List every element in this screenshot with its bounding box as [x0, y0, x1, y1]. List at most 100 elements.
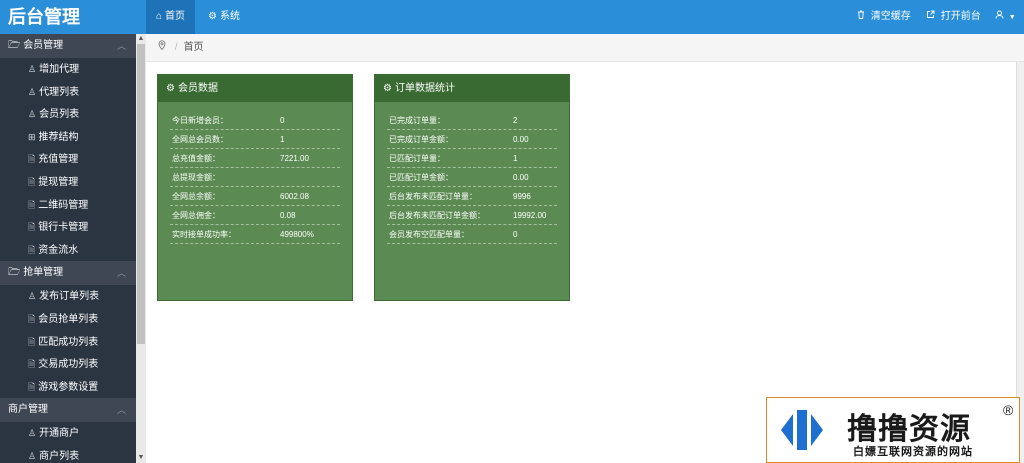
sidebar-item-matched[interactable]: 🗎 匹配成功列表 [0, 331, 136, 354]
stat-label: 全网总佣金： [172, 211, 220, 220]
stat-value: 2 [513, 116, 518, 125]
stat-row: 今日新增会员： 0 [170, 111, 340, 130]
stat-row: 全网总余额： 6002.08 [170, 187, 340, 206]
stat-value: 19992.00 [513, 211, 547, 220]
registered-icon: ® [1003, 402, 1014, 418]
user-icon: ♙ [28, 64, 37, 74]
document-icon: 🗎 [28, 381, 36, 392]
sidebar: 🗁 会员管理 ︿ ♙ 增加代理 ♙ 代理列表 ♙ 会员列表 ⊞ 推荐结构 🗎 充值管理 🗎… [0, 34, 136, 463]
folder-open-icon: 🗁 [8, 267, 21, 279]
stat-label: 今日新增会员： [172, 116, 228, 125]
sidebar-item-label: 银行卡管理 [38, 222, 89, 234]
sidebar-group-label: 商户管理 [8, 404, 48, 416]
open-frontend-label: 打开前台 [940, 11, 981, 22]
stat-value: 0 [513, 230, 518, 239]
stat-row: 后台发布未匹配订单量： 9996 [387, 187, 557, 206]
document-icon: 🗎 [28, 154, 36, 165]
sidebar-item-withdraw[interactable]: 🗎 提现管理 [0, 171, 136, 194]
sidebar-item-recharge[interactable]: 🗎 充值管理 [0, 148, 136, 171]
grid-icon: ⊞ [28, 131, 36, 142]
stat-value: 0.08 [280, 211, 296, 220]
sidebar-item-label: 会员列表 [39, 109, 80, 121]
user-menu-button[interactable]: ▼ [995, 0, 1016, 34]
sidebar-item-label: 商户列表 [39, 450, 80, 462]
document-icon: 🗎 [28, 222, 36, 233]
sidebar-item-open-merchant[interactable]: ♙ 开通商户 [0, 422, 136, 445]
stat-label: 后台发布未匹配订单量： [389, 192, 477, 201]
stat-value: 1 [280, 135, 285, 144]
chevron-up-icon: ︿ [116, 41, 126, 51]
trash-icon [857, 10, 868, 22]
order-stats-card: ⚙ 订单数据统计 已完成订单量： 2 已完成订单金额： 0.00 已匹配订单量： 1 已… [374, 74, 570, 301]
external-link-icon [926, 10, 938, 22]
chevron-up-icon: ︿ [116, 268, 126, 279]
sidebar-item-label: 发布订单列表 [39, 291, 100, 303]
caret-down-icon: ▼ [1008, 14, 1016, 21]
folder-open-icon: 🗁 [8, 40, 21, 51]
stat-label: 已匹配订单量： [389, 154, 445, 163]
stat-value: 1 [513, 154, 518, 163]
document-icon: 🗎 [28, 176, 36, 187]
scroll-up-arrow-icon[interactable]: ▲ [136, 34, 146, 44]
sidebar-group-members[interactable]: 🗁 会员管理 ︿ [0, 34, 136, 58]
sidebar-item-game-params[interactable]: 🗎 游戏参数设置 [0, 376, 136, 399]
document-icon: 🗎 [28, 336, 36, 347]
sidebar-item-agent-list[interactable]: ♙ 代理列表 [0, 81, 136, 104]
sidebar-item-label: 代理列表 [39, 86, 80, 98]
sidebar-item-add-agent[interactable]: ♙ 增加代理 [0, 58, 136, 81]
gear-icon: ⚙ [208, 11, 217, 22]
sidebar-item-member-grabs[interactable]: 🗎 会员抢单列表 [0, 308, 136, 331]
stat-label: 实时接单成功率： [172, 230, 236, 239]
sidebar-item-completed[interactable]: 🗎 交易成功列表 [0, 353, 136, 376]
tab-home[interactable]: ⌂ 首页 [146, 0, 196, 34]
stat-label: 总充值金额： [172, 154, 220, 163]
sidebar-item-referral-structure[interactable]: ⊞ 推荐结构 [0, 126, 136, 149]
sidebar-group-merchants[interactable]: 商户管理 ︿ [0, 398, 136, 423]
sidebar-item-member-list[interactable]: ♙ 会员列表 [0, 103, 136, 126]
stat-row: 实时接单成功率： 499800% [170, 225, 340, 244]
sidebar-item-published-orders[interactable]: ♙ 发布订单列表 [0, 285, 136, 308]
sidebar-item-fund-flow[interactable]: 🗎 资金流水 [0, 239, 136, 262]
sidebar-item-label: 会员抢单列表 [38, 313, 99, 325]
gear-icon: ⚙ [383, 83, 392, 94]
clear-cache-button[interactable]: 清空缓存 [857, 0, 911, 34]
sidebar-item-merchant-list[interactable]: ♙ 商户列表 [0, 445, 136, 463]
breadcrumb-current[interactable]: 首页 [184, 42, 204, 53]
user-icon: ♙ [28, 428, 37, 439]
stat-row: 全网总佣金： 0.08 [170, 206, 340, 225]
top-header: 后台管理 ⌂ 首页 ⚙ 系统 清空缓存 打开前台 ▼ [0, 0, 1024, 34]
stat-value: 6002.08 [280, 192, 309, 201]
scroll-down-arrow-icon[interactable]: ▼ [136, 453, 146, 463]
open-frontend-button[interactable]: 打开前台 [926, 0, 981, 34]
sidebar-item-qrcode[interactable]: 🗎 二维码管理 [0, 194, 136, 217]
sidebar-item-label: 开通商户 [39, 428, 80, 440]
sidebar-item-label: 匹配成功列表 [38, 336, 99, 348]
gear-icon: ⚙ [166, 83, 175, 94]
stat-row: 已匹配订单量： 1 [387, 149, 557, 168]
sidebar-item-label: 提现管理 [38, 176, 79, 188]
brand-logo-icon [781, 410, 823, 450]
user-icon: ♙ [28, 109, 37, 120]
card-title: 会员数据 [177, 83, 218, 94]
watermark-subtitle: 白嫖互联网资源的网站 [853, 446, 973, 458]
app-title[interactable]: 后台管理 [0, 0, 146, 34]
sidebar-item-label: 资金流水 [38, 244, 79, 256]
sidebar-item-bank-card[interactable]: 🗎 银行卡管理 [0, 216, 136, 239]
stat-row: 全网总会员数： 1 [170, 130, 340, 149]
member-data-card: ⚙ 会员数据 今日新增会员： 0 全网总会员数： 1 总充值金额： 7221.00 总提… [157, 74, 353, 301]
tab-system[interactable]: ⚙ 系统 [198, 0, 250, 34]
chevron-up-icon: ︿ [116, 405, 126, 416]
breadcrumb-separator: / [174, 42, 178, 53]
stat-row: 总提现金额： [170, 168, 340, 187]
watermark-logo: 撸撸资源 白嫖互联网资源的网站 ® [766, 397, 1020, 463]
scrollbar-thumb[interactable] [137, 44, 145, 344]
user-icon: ♙ [28, 450, 37, 461]
stat-label: 后台发布未匹配订单金额： [389, 211, 485, 220]
sidebar-scrollbar[interactable]: ▲ ▼ [136, 34, 146, 463]
stat-row: 已完成订单金额： 0.00 [387, 130, 557, 149]
user-icon: ♙ [28, 291, 37, 302]
stat-row: 后台发布未匹配订单金额： 19992.00 [387, 206, 557, 225]
sidebar-item-label: 推荐结构 [38, 131, 79, 143]
tab-home-label: 首页 [165, 11, 186, 22]
sidebar-group-orders[interactable]: 🗁 抢单管理 ︿ [0, 261, 136, 286]
